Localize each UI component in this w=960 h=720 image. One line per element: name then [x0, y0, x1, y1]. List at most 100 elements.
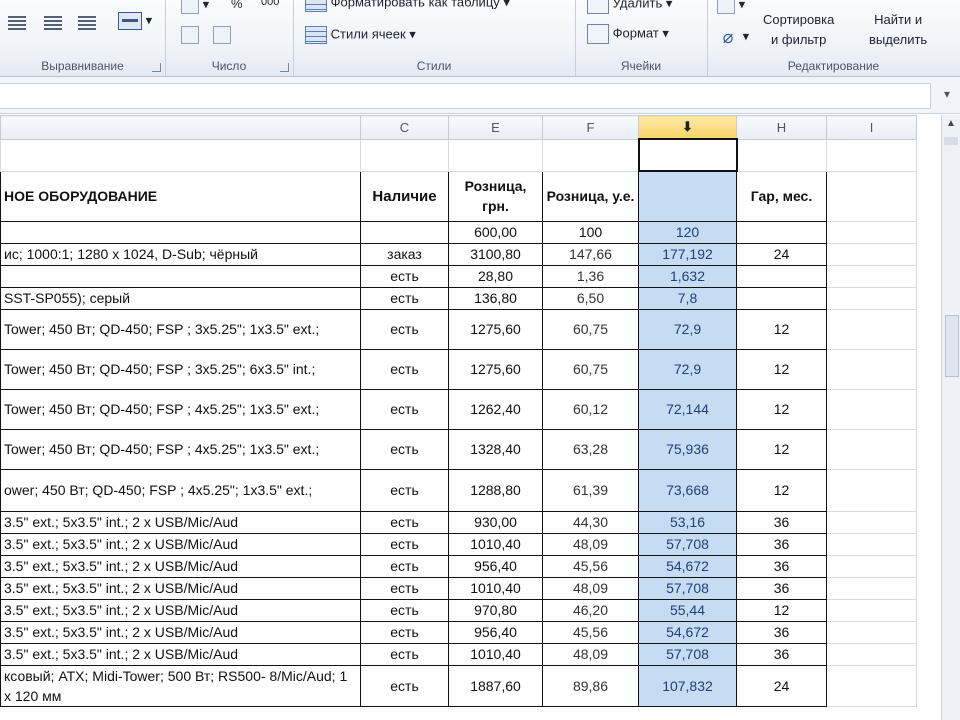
warranty-header[interactable]: Гар, мес.	[736, 170, 827, 222]
vertical-scrollbar[interactable]: ▲	[941, 115, 960, 720]
cell[interactable]	[360, 138, 449, 172]
formula-input[interactable]	[0, 83, 931, 109]
g-value-cell[interactable]: 57,708	[638, 576, 737, 600]
product-name-cell[interactable]: 3.5" ext.; 5х3.5" int.; 2 x USB/Mic/Aud	[0, 532, 361, 556]
retail-usd-cell[interactable]: 48,09	[542, 576, 639, 600]
product-name-cell[interactable]: 3.5" ext.; 5х3.5" int.; 2 x USB/Mic/Aud	[0, 598, 361, 622]
format-as-table-button[interactable]: Форматировать как таблицу ▾	[305, 0, 510, 12]
g-value-cell[interactable]: 75,936	[638, 428, 737, 470]
cell[interactable]	[826, 308, 917, 350]
retail-usd-cell[interactable]: 63,28	[542, 428, 639, 470]
availability-cell[interactable]: есть	[360, 510, 449, 534]
warranty-cell[interactable]: 24	[736, 664, 827, 707]
cell[interactable]	[826, 598, 917, 622]
cell[interactable]	[826, 264, 917, 288]
availability-cell[interactable]: есть	[360, 468, 449, 512]
warranty-cell[interactable]: 24	[736, 242, 827, 266]
warranty-cell[interactable]: 12	[736, 598, 827, 622]
g-value-cell[interactable]: 72,144	[638, 388, 737, 430]
cell[interactable]	[826, 510, 917, 534]
retail-uah-header[interactable]: Розница, грн.	[448, 170, 543, 222]
availability-cell[interactable]: есть	[360, 642, 449, 666]
currency-button[interactable]: ▾	[181, 0, 209, 14]
retail-usd-cell[interactable]: 147,66	[542, 242, 639, 266]
retail-usd-cell[interactable]: 89,86	[542, 664, 639, 707]
warranty-cell[interactable]: 36	[736, 532, 827, 556]
cell[interactable]	[542, 138, 639, 172]
warranty-cell[interactable]: 12	[736, 388, 827, 430]
cell[interactable]	[0, 220, 361, 244]
retail-uah-cell[interactable]: 1010,40	[448, 576, 543, 600]
warranty-cell[interactable]: 36	[736, 576, 827, 600]
warranty-cell[interactable]: 12	[736, 348, 827, 390]
column-header-selected[interactable]: ⬇	[638, 115, 737, 140]
product-name-cell[interactable]: Tower; 450 Вт; QD-450; FSP ; 3х5.25"; 6х…	[0, 348, 361, 390]
availability-cell[interactable]: есть	[360, 348, 449, 390]
retail-usd-cell[interactable]: 46,20	[542, 598, 639, 622]
availability-cell[interactable]: есть	[360, 620, 449, 644]
alignment-launcher-icon[interactable]	[152, 63, 161, 72]
cell[interactable]	[0, 138, 361, 172]
column-header[interactable]: I	[826, 115, 917, 140]
availability-cell[interactable]: есть	[360, 286, 449, 310]
warranty-cell[interactable]: 36	[736, 642, 827, 666]
retail-uah-cell[interactable]: 136,80	[448, 286, 543, 310]
merge-center-button[interactable]: ▾	[118, 12, 152, 30]
product-name-cell[interactable]: 3.5" ext.; 5х3.5" int.; 2 x USB/Mic/Aud	[0, 554, 361, 578]
retail-uah-cell[interactable]: 1288,80	[448, 468, 543, 512]
cell[interactable]	[826, 170, 917, 222]
product-name-cell[interactable]: Tower; 450 Вт; QD-450; FSP ; 4х5.25"; 1х…	[0, 428, 361, 470]
cell[interactable]	[826, 388, 917, 430]
availability-cell[interactable]: есть	[360, 576, 449, 600]
g-value-cell[interactable]: 53,16	[638, 510, 737, 534]
cell[interactable]	[826, 554, 917, 578]
find-select-button[interactable]: Найти и выделить	[869, 10, 927, 50]
retail-usd-cell[interactable]: 45,56	[542, 620, 639, 644]
availability-header[interactable]: Наличие	[360, 170, 449, 222]
warranty-cell[interactable]	[736, 286, 827, 310]
g-value-cell[interactable]: 73,668	[638, 468, 737, 512]
cell[interactable]	[826, 642, 917, 666]
retail-usd-cell[interactable]: 45,56	[542, 554, 639, 578]
product-name-cell[interactable]: Tower; 450 Вт; QD-450; FSP ; 3х5.25"; 1х…	[0, 308, 361, 350]
cell[interactable]	[826, 220, 917, 244]
column-header[interactable]: C	[360, 115, 449, 140]
cell[interactable]	[826, 620, 917, 644]
retail-uah-cell[interactable]: 970,80	[448, 598, 543, 622]
column-header[interactable]	[0, 115, 361, 140]
availability-cell[interactable]: есть	[360, 598, 449, 622]
cell[interactable]	[448, 138, 543, 172]
g-value-cell[interactable]: 7,8	[638, 286, 737, 310]
warranty-cell[interactable]: 12	[736, 428, 827, 470]
retail-usd-header[interactable]: Розница, у.е.	[542, 170, 639, 222]
number-launcher-icon[interactable]	[280, 63, 289, 72]
retail-usd-cell[interactable]: 60,12	[542, 388, 639, 430]
product-name-cell[interactable]: 3.5" ext.; 5х3.5" int.; 2 x USB/Mic/Aud	[0, 576, 361, 600]
wrap-text-button[interactable]	[78, 14, 96, 30]
expand-formula-bar-icon[interactable]: ▾	[940, 87, 954, 101]
retail-uah-cell[interactable]: 1262,40	[448, 388, 543, 430]
rate-uah-cell[interactable]: 600,00	[448, 220, 543, 244]
retail-uah-cell[interactable]: 930,00	[448, 510, 543, 534]
retail-usd-cell[interactable]: 48,09	[542, 642, 639, 666]
active-cell[interactable]	[637, 138, 738, 172]
product-name-cell[interactable]	[0, 264, 361, 288]
g-value-cell[interactable]: 72,9	[638, 308, 737, 350]
warranty-cell[interactable]: 36	[736, 510, 827, 534]
cell[interactable]	[826, 664, 917, 707]
cell[interactable]	[826, 576, 917, 600]
retail-uah-cell[interactable]: 3100,80	[448, 242, 543, 266]
decrease-indent-button[interactable]	[8, 14, 26, 30]
cell[interactable]	[826, 428, 917, 470]
g-value-cell[interactable]: 57,708	[638, 642, 737, 666]
g-value-cell[interactable]: 55,44	[638, 598, 737, 622]
retail-uah-cell[interactable]: 1887,60	[448, 664, 543, 707]
warranty-cell[interactable]: 12	[736, 308, 827, 350]
column-header[interactable]: H	[736, 115, 827, 140]
g-value-cell[interactable]: 54,672	[638, 620, 737, 644]
cell[interactable]	[736, 138, 827, 172]
retail-uah-cell[interactable]: 28,80	[448, 264, 543, 288]
delete-button[interactable]: Удалить ▾	[587, 0, 672, 14]
scroll-thumb[interactable]	[945, 315, 959, 377]
warranty-cell[interactable]: 36	[736, 620, 827, 644]
